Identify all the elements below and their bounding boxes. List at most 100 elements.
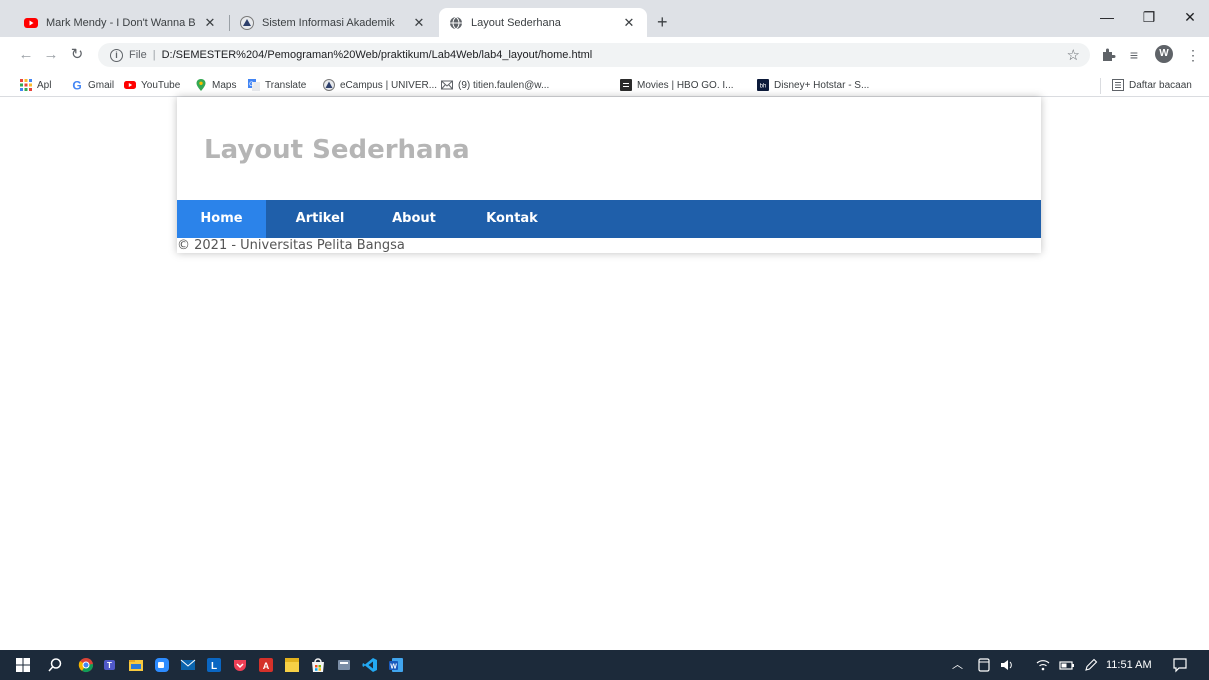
youtube-icon	[24, 17, 38, 28]
bookmark-hotstar[interactable]: bh Disney+ Hotstar - S...	[757, 77, 869, 93]
bookmark-label: Movies | HBO GO. I...	[637, 79, 734, 91]
svg-text:W: W	[390, 663, 397, 670]
reload-icon[interactable]: ↻	[68, 46, 86, 64]
chevron-up-icon[interactable]: ︿	[952, 658, 963, 672]
bookmark-label: (9) titien.faulen@w...	[458, 79, 550, 91]
maps-pin-icon	[196, 79, 206, 91]
profile-avatar[interactable]: W	[1155, 45, 1173, 63]
reading-list[interactable]: Daftar bacaan	[1112, 77, 1192, 93]
bookmarks-bar: Apl G Gmail YouTube Maps G Translate eCa…	[0, 73, 1209, 97]
svg-text:G: G	[249, 82, 254, 88]
bookmark-label: eCampus | UNIVER...	[340, 79, 438, 91]
acrobat-icon[interactable]: A	[258, 657, 274, 673]
bookmark-youtube[interactable]: YouTube	[124, 77, 180, 93]
reading-list-icon	[1112, 79, 1124, 91]
tab-close-icon[interactable]: ✕	[621, 15, 637, 31]
bookmark-hbo[interactable]: Movies | HBO GO. I...	[620, 77, 734, 93]
nav-link-kontak[interactable]: Kontak	[480, 200, 544, 238]
windows-taskbar: T L A W ︿ 11:51 AM	[0, 650, 1209, 680]
hbo-icon	[620, 79, 632, 91]
page-title: Layout Sederhana	[204, 135, 470, 165]
new-tab-button[interactable]: +	[657, 12, 668, 32]
bookmark-apps[interactable]: Apl	[20, 77, 51, 93]
close-window-icon[interactable]: ✕	[1180, 9, 1200, 26]
ecampus-icon	[323, 79, 335, 91]
file-scheme-label: File	[129, 49, 147, 61]
wifi-icon[interactable]	[1036, 658, 1050, 672]
main-nav: Home Artikel About Kontak	[177, 200, 1041, 238]
word-icon[interactable]: W	[388, 657, 404, 673]
tab-siakad[interactable]: Sistem Informasi Akademik ✕	[230, 8, 437, 37]
tab-close-icon[interactable]: ✕	[411, 15, 427, 31]
svg-text:G: G	[72, 79, 81, 91]
notifications-icon[interactable]	[1172, 657, 1188, 673]
taskbar-clock[interactable]: 11:51 AM	[1106, 658, 1152, 672]
tablet-mode-icon[interactable]	[977, 658, 991, 672]
forward-arrow-icon[interactable]: →	[42, 46, 60, 64]
bookmark-label: Gmail	[88, 79, 115, 91]
calculator-icon[interactable]	[336, 657, 352, 673]
bookmarks-divider	[1100, 78, 1101, 94]
pen-icon[interactable]	[1084, 658, 1098, 672]
bookmark-label: Disney+ Hotstar - S...	[774, 79, 870, 91]
bookmark-label: Translate	[265, 79, 307, 91]
bookmark-translate[interactable]: G Translate	[248, 77, 306, 93]
tab-strip: Mark Mendy - I Don't Wanna Be ✕ Sistem I…	[0, 0, 1209, 37]
windows-start-icon[interactable]	[15, 657, 31, 673]
hotstar-icon: bh	[757, 79, 769, 91]
address-bar[interactable]: i File | D:/SEMESTER%204/Pemograman%20We…	[98, 43, 1090, 67]
teams-icon[interactable]: T	[102, 657, 118, 673]
pocket-icon[interactable]	[232, 657, 248, 673]
youtube-icon	[124, 81, 136, 89]
battery-icon[interactable]	[1059, 658, 1075, 672]
bookmark-star-icon[interactable]: ☆	[1067, 46, 1080, 64]
search-icon[interactable]	[47, 657, 63, 673]
file-explorer-icon[interactable]	[128, 657, 144, 673]
volume-icon[interactable]	[1000, 658, 1014, 672]
address-separator: |	[152, 49, 156, 61]
linkedin-learning-icon[interactable]: L	[206, 657, 222, 673]
vscode-icon[interactable]	[362, 657, 378, 673]
bookmark-ecampus[interactable]: eCampus | UNIVER...	[323, 77, 437, 93]
translate-icon: G	[248, 79, 260, 91]
svg-text:L: L	[211, 661, 217, 672]
bookmark-label: Apl	[37, 79, 52, 91]
svg-text:T: T	[107, 661, 112, 670]
menu-kebab-icon[interactable]: ⋮	[1184, 46, 1202, 64]
chrome-icon[interactable]	[78, 657, 94, 673]
email-app-icon[interactable]	[180, 657, 196, 673]
bookmark-maps[interactable]: Maps	[195, 77, 236, 93]
bookmark-label: Maps	[212, 79, 237, 91]
nav-link-about[interactable]: About	[384, 200, 444, 238]
tab-title: Mark Mendy - I Don't Wanna Be	[46, 16, 196, 29]
page-container: Layout Sederhana Home Artikel About Kont…	[177, 97, 1041, 253]
info-icon[interactable]: i	[110, 48, 123, 62]
extensions-icon[interactable]	[1101, 47, 1116, 62]
tab-title: Layout Sederhana	[471, 16, 561, 29]
bookmark-mail[interactable]: (9) titien.faulen@w...	[441, 77, 549, 93]
tab-youtube[interactable]: Mark Mendy - I Don't Wanna Be ✕	[14, 8, 228, 37]
page-header: Layout Sederhana	[177, 97, 1041, 200]
restore-icon[interactable]: ❐	[1139, 9, 1159, 26]
tab-title: Sistem Informasi Akademik	[262, 16, 395, 29]
url-text[interactable]: D:/SEMESTER%204/Pemograman%20Web/praktik…	[162, 49, 593, 61]
minimize-icon[interactable]: —	[1097, 9, 1117, 25]
tab-layout-sederhana[interactable]: Layout Sederhana ✕	[439, 8, 647, 37]
reading-list-label: Daftar bacaan	[1129, 79, 1192, 91]
back-arrow-icon[interactable]: ←	[17, 46, 35, 64]
bookmark-gmail[interactable]: G Gmail	[71, 77, 114, 93]
apps-grid-icon	[20, 79, 32, 91]
nav-link-artikel[interactable]: Artikel	[287, 200, 353, 238]
media-queue-icon[interactable]: ≡	[1125, 46, 1143, 64]
globe-icon	[450, 16, 462, 29]
page-footer: © 2021 - Universitas Pelita Bangsa	[177, 238, 405, 253]
store-icon[interactable]	[310, 657, 326, 673]
mail-icon	[441, 80, 453, 90]
browser-toolbar: ← → ↻ i File | D:/SEMESTER%204/Pemograma…	[0, 37, 1209, 73]
tab-close-icon[interactable]: ✕	[202, 15, 218, 31]
sticky-notes-icon[interactable]	[284, 657, 300, 673]
svg-text:bh: bh	[760, 84, 767, 90]
nav-link-home[interactable]: Home	[177, 200, 266, 238]
bookmark-label: YouTube	[141, 79, 181, 91]
zoom-icon[interactable]	[154, 657, 170, 673]
